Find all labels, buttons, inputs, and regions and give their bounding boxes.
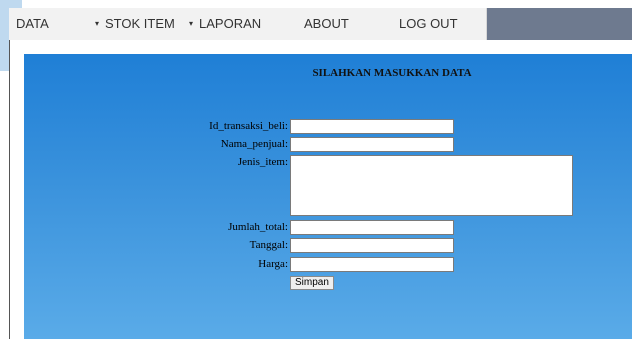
nav-item-laporan-label: LAPORAN <box>199 16 262 31</box>
label-nama-penjual: Nama_penjual: <box>220 138 288 150</box>
form-panel: SILAHKAN MASUKKAN DATA Id_transaksi_beli… <box>24 54 632 339</box>
nav-item-stok-item[interactable]: ▾ STOK ITEM <box>93 8 175 40</box>
nav-item-log-out-label: LOG OUT <box>399 16 458 31</box>
nav-item-about-label: ABOUT <box>304 16 349 31</box>
tanggal-input[interactable] <box>290 238 454 253</box>
nav-item-data-label: DATA <box>16 16 49 31</box>
nav-item-about[interactable]: ABOUT <box>304 8 349 40</box>
label-tanggal: Tanggal: <box>249 239 288 251</box>
data-dropdown-caret-icon[interactable]: ▾ <box>95 8 99 40</box>
top-navbar: DATA ▾ STOK ITEM ▾ LAPORAN ABOUT LOG OUT <box>9 8 632 40</box>
content-area: SILAHKAN MASUKKAN DATA Id_transaksi_beli… <box>10 40 632 339</box>
nav-item-data[interactable]: DATA <box>16 8 49 40</box>
harga-input[interactable] <box>290 257 454 272</box>
nav-item-laporan[interactable]: ▾ LAPORAN <box>187 8 261 40</box>
stok-item-dropdown-caret-icon[interactable]: ▾ <box>189 8 193 40</box>
label-jumlah-total: Jumlah_total: <box>228 221 288 233</box>
jenis-item-textarea[interactable] <box>290 155 573 216</box>
label-harga: Harga: <box>258 258 288 270</box>
nama-penjual-input[interactable] <box>290 137 454 152</box>
nav-item-log-out[interactable]: LOG OUT <box>399 8 458 40</box>
label-id-transaksi-beli: Id_transaksi_beli: <box>209 120 288 132</box>
label-jenis-item: Jenis_item: <box>237 156 288 168</box>
form-title: SILAHKAN MASUKKAN DATA <box>312 67 472 79</box>
simpan-button[interactable]: Simpan <box>290 276 334 290</box>
nav-item-stok-item-label: STOK ITEM <box>105 16 175 31</box>
jumlah-total-input[interactable] <box>290 220 454 235</box>
id-transaksi-beli-input[interactable] <box>290 119 454 134</box>
page: DATA ▾ STOK ITEM ▾ LAPORAN ABOUT LOG OUT S… <box>0 0 632 339</box>
nav-menu: DATA ▾ STOK ITEM ▾ LAPORAN ABOUT LOG OUT <box>9 8 487 40</box>
